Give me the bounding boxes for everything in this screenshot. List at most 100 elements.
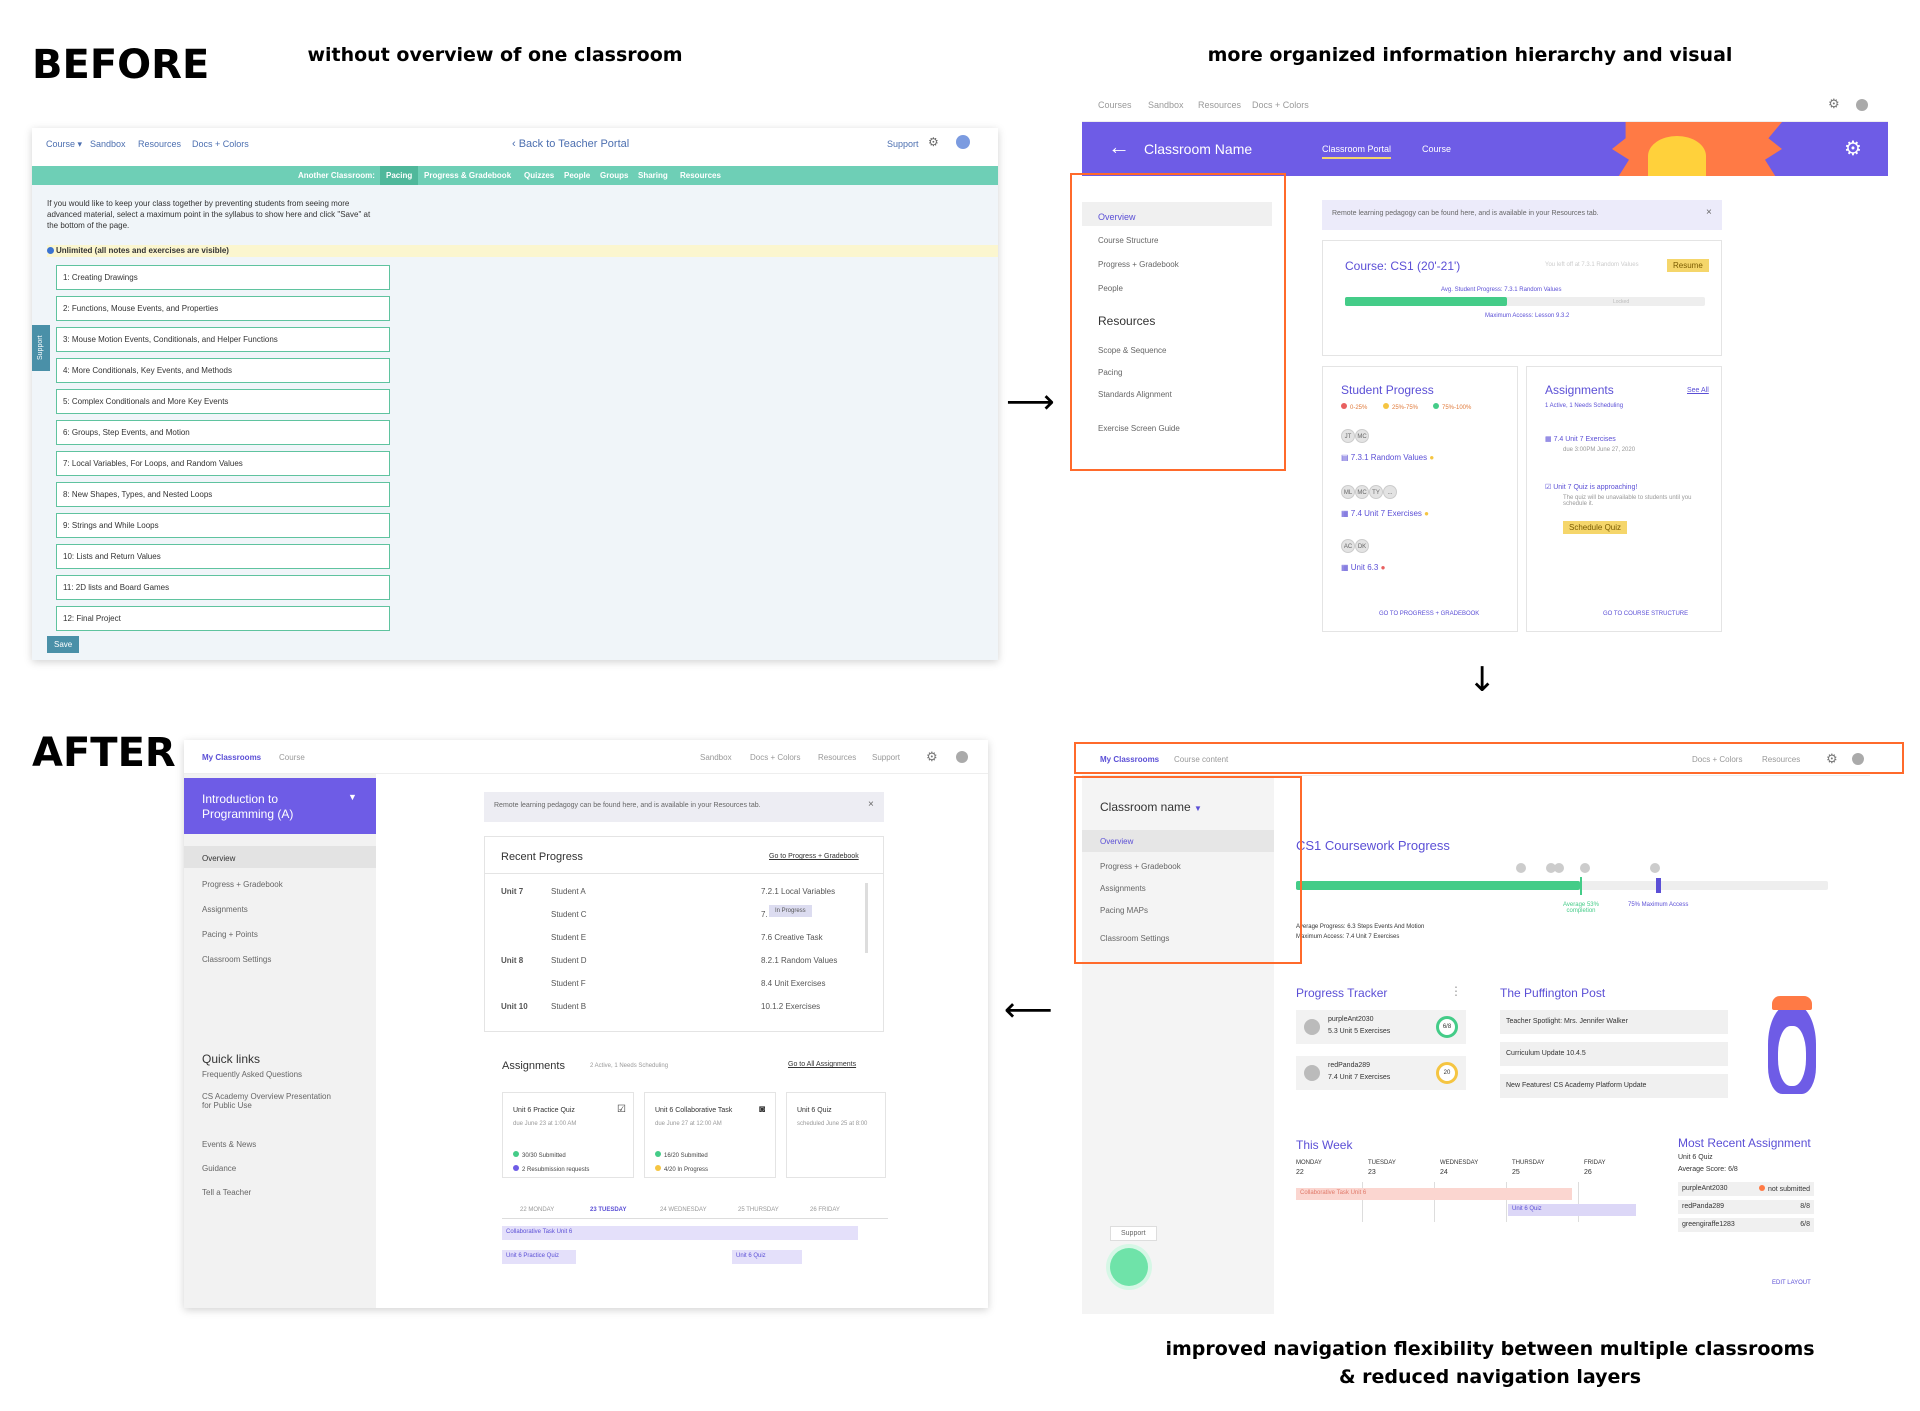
nav-support[interactable]: Support <box>872 753 900 762</box>
week-event[interactable]: Unit 6 Quiz <box>1508 1204 1636 1216</box>
final-sidebar-settings[interactable]: Classroom Settings <box>202 955 271 964</box>
unit-option[interactable]: 8: New Shapes, Types, and Nested Loops <box>56 482 390 507</box>
chevron-down-icon[interactable]: ▼ <box>348 792 357 802</box>
recent-row[interactable]: greengiraffe1283 6/8 <box>1678 1218 1814 1232</box>
unit-option[interactable]: 9: Strings and While Loops <box>56 513 390 538</box>
old-nav-sandbox[interactable]: Sandbox <box>90 139 126 149</box>
assignment-card[interactable]: Unit 6 Quiz scheduled June 25 at 8:00 <box>786 1092 886 1178</box>
old-nav-resources[interactable]: Resources <box>138 139 181 149</box>
edit-layout-link[interactable]: EDIT LAYOUT <box>1772 1280 1811 1286</box>
schedule-quiz-button[interactable]: Schedule Quiz <box>1563 521 1628 534</box>
support-chat-icon[interactable] <box>1110 1248 1148 1286</box>
close-icon[interactable]: × <box>1706 207 1712 218</box>
unit-option[interactable]: 7: Local Variables, For Loops, and Rando… <box>56 451 390 476</box>
unit-option[interactable]: 6: Groups, Step Events, and Motion <box>56 420 390 445</box>
old-back-link[interactable]: ‹ Back to Teacher Portal <box>512 138 629 150</box>
progress-item[interactable]: 7.3.1 Random Values <box>1351 453 1427 462</box>
row-lesson[interactable]: 7.6 Creative Task <box>761 933 823 942</box>
scrollbar[interactable] <box>865 883 868 953</box>
final-sidebar-pacing[interactable]: Pacing + Points <box>202 930 258 939</box>
unit-option[interactable]: 4: More Conditionals, Key Events, and Me… <box>56 358 390 383</box>
old-tab-people[interactable]: People <box>564 171 590 180</box>
old-tab-groups[interactable]: Groups <box>600 171 628 180</box>
old-nav-course[interactable]: Course ▾ <box>46 139 82 150</box>
radio-icon[interactable] <box>47 247 54 254</box>
nav-my-classrooms[interactable]: My Classrooms <box>202 753 261 762</box>
quick-link[interactable]: Events & News <box>202 1140 256 1149</box>
student-dot[interactable] <box>1516 863 1526 873</box>
old-tab-progress[interactable]: Progress & Gradebook <box>424 171 511 180</box>
student-dot[interactable] <box>1650 863 1660 873</box>
unit-option[interactable]: 5: Complex Conditionals and More Key Eve… <box>56 389 390 414</box>
old-tab-resources[interactable]: Resources <box>680 171 721 180</box>
calendar-event[interactable]: Unit 6 Quiz <box>732 1250 802 1264</box>
old-tab-quizzes[interactable]: Quizzes <box>524 171 554 180</box>
week-event[interactable]: Collaborative Task Unit 6 <box>1296 1188 1572 1200</box>
progress-item[interactable]: 7.4 Unit 7 Exercises <box>1351 509 1422 518</box>
student-dot[interactable] <box>1580 863 1590 873</box>
old-tab-sharing[interactable]: Sharing <box>638 171 668 180</box>
mid-nav-resources[interactable]: Resources <box>1198 100 1241 110</box>
see-all-link[interactable]: See All <box>1687 387 1709 394</box>
quick-link[interactable]: Guidance <box>202 1164 236 1173</box>
go-to-course-structure-link[interactable]: GO TO COURSE STRUCTURE <box>1603 611 1688 617</box>
recent-row[interactable]: redPanda289 8/8 <box>1678 1200 1814 1214</box>
final-sidebar-assignments[interactable]: Assignments <box>202 905 248 914</box>
recent-row[interactable]: purpleAnt2030 not submitted <box>1678 1182 1814 1196</box>
nav-sandbox[interactable]: Sandbox <box>700 753 732 762</box>
progress-item[interactable]: Unit 6.3 <box>1351 563 1379 572</box>
post-item[interactable]: Curriculum Update 10.4.5 <box>1500 1042 1728 1066</box>
nav-course[interactable]: Course <box>279 753 305 762</box>
row-lesson[interactable]: 7.2.1 Local Variables <box>761 887 835 896</box>
avatar[interactable] <box>956 751 968 763</box>
tracker-item[interactable]: redPanda289 7.4 Unit 7 Exercises 20 <box>1296 1056 1466 1090</box>
mid-nav-courses[interactable]: Courses <box>1098 100 1132 110</box>
tab-classroom-portal[interactable]: Classroom Portal <box>1322 144 1392 159</box>
old-tab-pacing[interactable]: Pacing <box>380 166 419 185</box>
student-dot[interactable] <box>1554 863 1564 873</box>
close-icon[interactable]: × <box>868 799 874 810</box>
tracker-item[interactable]: purpleAnt2030 5.3 Unit 5 Exercises 6/8 <box>1296 1010 1466 1044</box>
quick-link[interactable]: Frequently Asked Questions <box>202 1070 302 1079</box>
final-sidebar-progress[interactable]: Progress + Gradebook <box>202 880 283 889</box>
max-marker[interactable] <box>1656 878 1661 893</box>
go-to-progress-link[interactable]: Go to Progress + Gradebook <box>769 853 859 860</box>
gear-icon[interactable]: ⚙ <box>926 749 938 765</box>
avatar[interactable] <box>1856 99 1868 111</box>
unit-option[interactable]: 1: Creating Drawings <box>56 265 390 290</box>
gear-icon[interactable]: ⚙ <box>928 135 939 149</box>
back-arrow-icon[interactable]: ← <box>1108 134 1130 160</box>
resume-button[interactable]: Resume <box>1667 259 1709 272</box>
class-selector[interactable]: Introduction to Programming (A) ▼ <box>184 778 376 834</box>
old-nav-docs[interactable]: Docs + Colors <box>192 139 249 149</box>
calendar-event[interactable]: Collaborative Task Unit 6 <box>502 1226 858 1240</box>
more-icon[interactable]: ⋮ <box>1450 984 1462 998</box>
gear-icon[interactable]: ⚙ <box>1828 96 1840 112</box>
mid-nav-docs[interactable]: Docs + Colors <box>1252 100 1309 110</box>
assignment-card[interactable]: Unit 6 Collaborative Task ◙ due June 27 … <box>644 1092 776 1178</box>
row-lesson[interactable]: 7. <box>761 910 768 919</box>
save-button[interactable]: Save <box>47 636 80 653</box>
old-nav-support[interactable]: Support <box>887 139 919 149</box>
unit-option[interactable]: 12: Final Project <box>56 606 390 631</box>
mid-assign-item2[interactable]: Unit 7 Quiz is approaching! <box>1553 484 1637 491</box>
row-lesson[interactable]: 10.1.2 Exercises <box>761 1002 820 1011</box>
support-tab[interactable]: Support <box>32 325 50 371</box>
unit-option[interactable]: 3: Mouse Motion Events, Conditionals, an… <box>56 327 390 352</box>
tab-course[interactable]: Course <box>1422 144 1451 154</box>
nav-resources[interactable]: Resources <box>818 753 856 762</box>
unit-option[interactable]: 10: Lists and Return Values <box>56 544 390 569</box>
post-item[interactable]: Teacher Spotlight: Mrs. Jennifer Walker <box>1500 1010 1728 1034</box>
unit-option[interactable]: 2: Functions, Mouse Events, and Properti… <box>56 296 390 321</box>
gear-icon[interactable]: ⚙ <box>1844 136 1862 161</box>
mid-assign-item1[interactable]: 7.4 Unit 7 Exercises <box>1554 436 1616 443</box>
avatar[interactable] <box>956 135 970 149</box>
quick-link[interactable]: CS Academy Overview Presentation for Pub… <box>202 1092 342 1110</box>
assignment-card[interactable]: Unit 6 Practice Quiz ☑ due June 23 at 1:… <box>502 1092 634 1178</box>
nav-docs[interactable]: Docs + Colors <box>750 753 800 762</box>
go-to-progress-link[interactable]: GO TO PROGRESS + GRADEBOOK <box>1379 611 1479 617</box>
go-to-all-assignments-link[interactable]: Go to All Assignments <box>788 1061 856 1068</box>
calendar-event[interactable]: Unit 6 Practice Quiz <box>502 1250 576 1264</box>
post-item[interactable]: New Features! CS Academy Platform Update <box>1500 1074 1728 1098</box>
support-button[interactable]: Support <box>1110 1226 1157 1241</box>
